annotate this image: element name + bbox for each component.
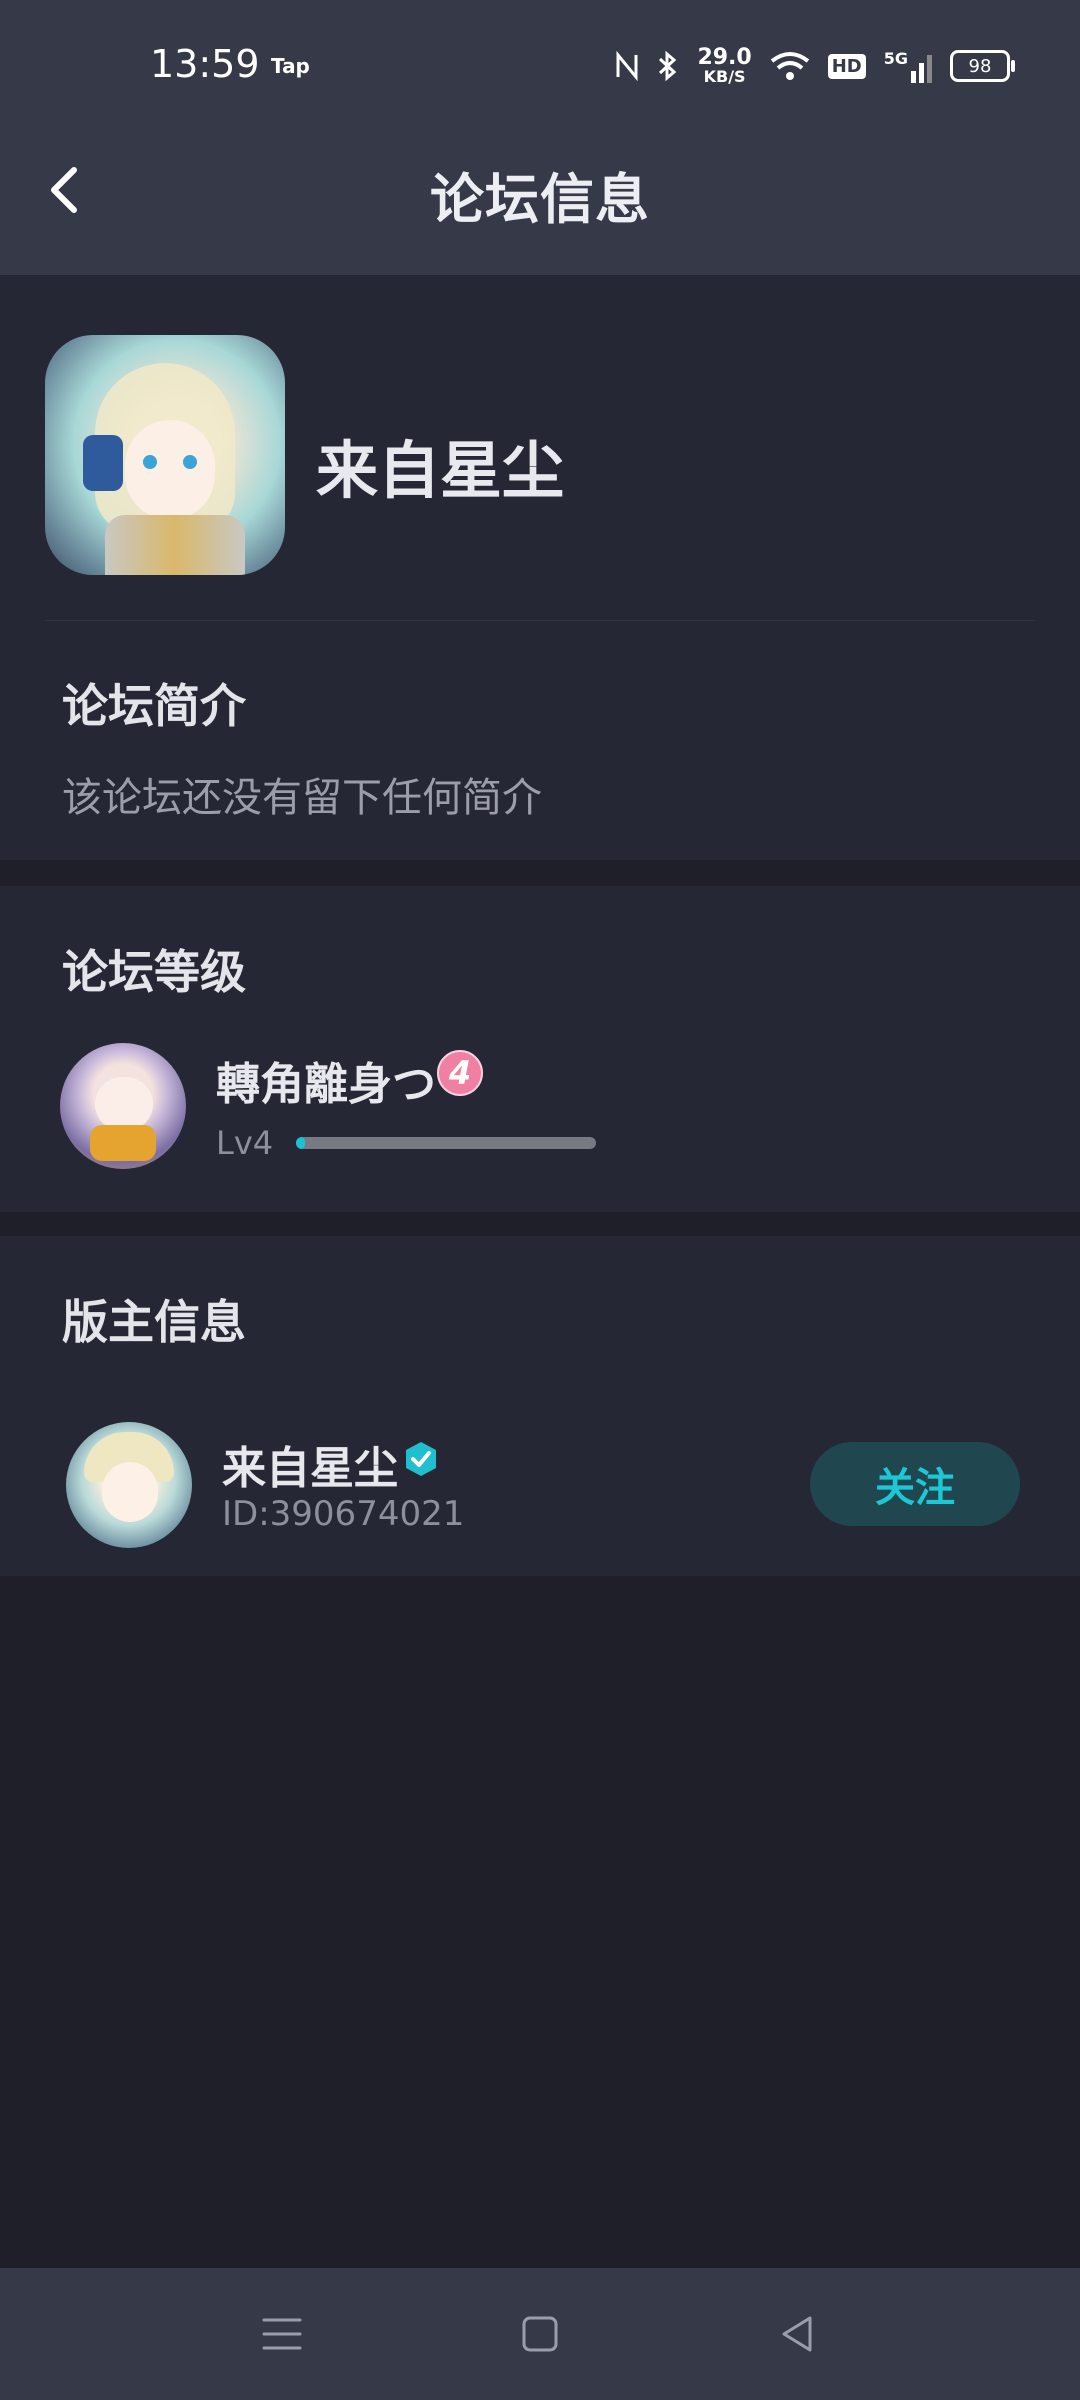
level-label: Lv4 bbox=[216, 1124, 274, 1162]
forum-info-section: 来自星尘 论坛简介 该论坛还没有留下任何简介 bbox=[0, 275, 1080, 860]
nfc-icon bbox=[616, 51, 638, 81]
forum-logo bbox=[45, 335, 285, 575]
intro-text: 该论坛还没有留下任何简介 bbox=[62, 775, 542, 821]
battery-icon: 98 bbox=[950, 50, 1015, 82]
bluetooth-icon bbox=[659, 50, 677, 82]
level-progress-fill bbox=[296, 1137, 305, 1149]
level-badge: 4 bbox=[437, 1050, 483, 1096]
status-icons: 29.0 KB/S HD 5G 98 bbox=[615, 44, 1015, 88]
moderator-avatar[interactable] bbox=[66, 1422, 192, 1548]
user-name[interactable]: 轉角離身つ bbox=[216, 1048, 436, 1112]
status-time: 13:59 bbox=[150, 42, 260, 86]
system-nav-bar bbox=[0, 2268, 1080, 2400]
app-bar: 论坛信息 bbox=[0, 135, 1080, 275]
forum-level-section: 论坛等级 轉角離身つ 4 Lv4 bbox=[0, 886, 1080, 1212]
avatar[interactable] bbox=[60, 1043, 186, 1169]
verified-badge-icon bbox=[406, 1442, 436, 1476]
divider bbox=[45, 620, 1035, 621]
back-triangle-icon[interactable] bbox=[770, 2306, 826, 2362]
signal-5g-icon: 5G bbox=[884, 49, 932, 83]
network-speed-value: 29.0 bbox=[697, 45, 752, 70]
menu-icon[interactable] bbox=[254, 2306, 310, 2362]
status-bar: 13:59 Tap 29.0 KB/S HD 5G 98 bbox=[0, 0, 1080, 135]
network-speed-unit: KB/S bbox=[703, 67, 746, 86]
wifi-icon bbox=[770, 52, 809, 80]
level-progress-bar bbox=[296, 1137, 596, 1149]
home-icon[interactable] bbox=[512, 2306, 568, 2362]
moderator-section: 版主信息 来自星尘 ID:390674021 关注 bbox=[0, 1236, 1080, 1576]
page-title: 论坛信息 bbox=[430, 168, 650, 231]
hd-icon: HD bbox=[827, 53, 866, 79]
level-heading: 论坛等级 bbox=[62, 945, 246, 999]
forum-name: 来自星尘 bbox=[316, 434, 565, 507]
intro-heading: 论坛简介 bbox=[62, 679, 246, 733]
moderator-id: ID:390674021 bbox=[222, 1494, 465, 1534]
network-speed: 29.0 KB/S bbox=[697, 47, 751, 85]
moderator-heading: 版主信息 bbox=[62, 1295, 246, 1349]
battery-level: 98 bbox=[968, 55, 992, 77]
moderator-name[interactable]: 来自星尘 bbox=[222, 1432, 398, 1496]
signal-label: 5G bbox=[883, 49, 908, 68]
status-carrier-label: Tap bbox=[271, 54, 310, 78]
follow-button[interactable]: 关注 bbox=[810, 1442, 1020, 1526]
